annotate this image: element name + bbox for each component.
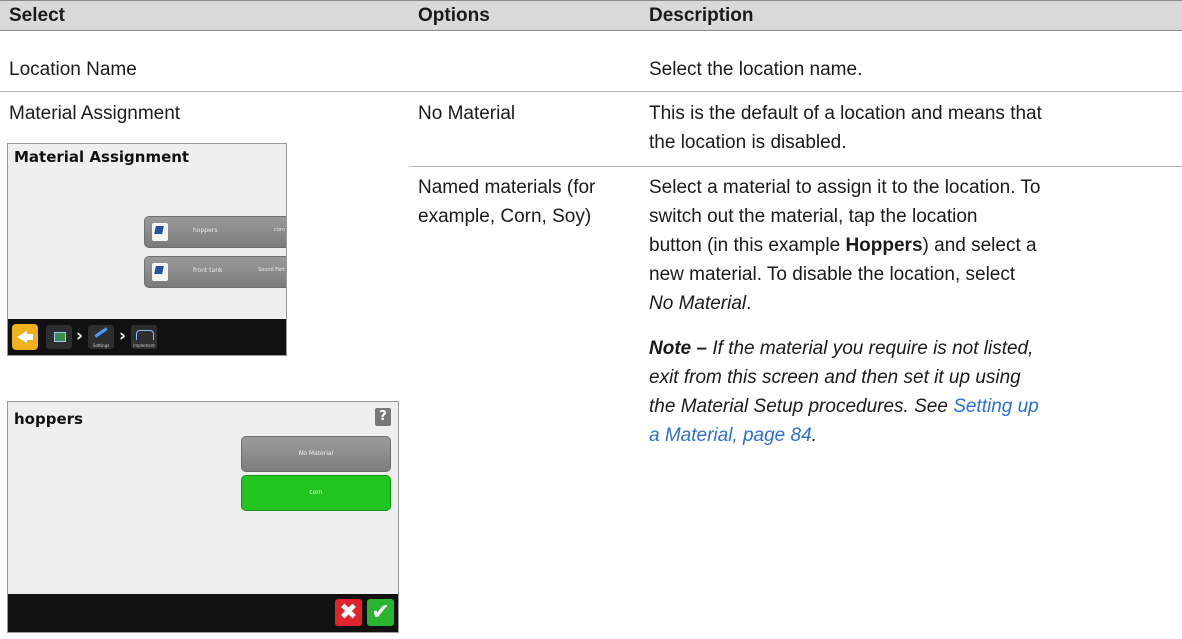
screen-title: hoppers (14, 410, 83, 428)
implement-glyph (136, 330, 154, 340)
note-line4: a Material, page 84. (649, 421, 817, 450)
hoppers-screen: hoppers ? No Material corn ✖ ✔ (7, 401, 399, 633)
desc-no-material-line1: This is the default of a location and me… (649, 103, 1042, 124)
location-button-front-tank[interactable]: front tank Sound Fert (144, 256, 286, 288)
help-icon[interactable]: ? (375, 408, 391, 426)
row-divider (0, 91, 1182, 92)
option-no-material: No Material (418, 103, 516, 124)
location-name: hoppers (193, 227, 218, 234)
option-label: corn (309, 489, 323, 496)
desc-italic-no-material: No Material (649, 293, 747, 314)
screen-glyph (54, 332, 66, 342)
cell-location-name-desc: Select the location name. (649, 59, 863, 80)
note-text: If the material you require is not liste… (707, 338, 1034, 359)
desc-named-line2: switch out the material, tap the locatio… (649, 206, 978, 227)
settings-wrench-icon[interactable]: Settings (88, 325, 114, 349)
desc-text: button (in this example (649, 235, 846, 256)
crumb-label: Implement (133, 343, 155, 348)
chevron-right-icon: › (76, 326, 84, 346)
option-named-line2: example, Corn, Soy) (418, 206, 592, 227)
option-named-line1: Named materials (for (418, 177, 596, 198)
header-description: Description (649, 5, 754, 26)
back-arrow-icon[interactable] (12, 324, 38, 350)
material-assignment-screen: Material Assignment hoppers corn front t… (7, 143, 287, 356)
chevron-right-icon: › (119, 326, 127, 346)
desc-text: . (746, 293, 752, 314)
option-label: No Material (298, 450, 334, 457)
header-options: Options (418, 5, 490, 26)
wrench-glyph (94, 327, 108, 338)
note-line1: Note – If the material you require is no… (649, 334, 1033, 363)
confirm-check-icon[interactable]: ✔ (367, 599, 394, 626)
home-screen-icon[interactable] (46, 325, 72, 349)
screen-title: Material Assignment (14, 148, 190, 166)
cancel-icon[interactable]: ✖ (335, 599, 362, 626)
cell-material-assignment: Material Assignment (9, 103, 181, 124)
desc-named-line3: button (in this example Hoppers) and sel… (649, 231, 1037, 260)
location-material: corn (274, 227, 285, 233)
desc-named-line5: No Material. (649, 289, 751, 318)
bottom-nav-bar: › Settings › Implement (8, 319, 286, 355)
note-text: the Material Setup procedures. See (649, 396, 954, 417)
note-text: . (811, 425, 817, 446)
header-select: Select (9, 5, 65, 26)
note-label: Note – (649, 338, 708, 359)
implement-icon[interactable]: Implement (131, 325, 157, 349)
option-corn-button[interactable]: corn (241, 475, 391, 511)
setting-up-material-link[interactable]: Setting up (953, 396, 1039, 417)
table-header-row: Select Options Description (0, 0, 1182, 31)
location-icon (152, 223, 168, 241)
cell-location-name: Location Name (9, 59, 137, 80)
desc-bold-hoppers: Hoppers (845, 235, 923, 256)
bottom-action-bar: ✖ ✔ (8, 594, 398, 632)
option-no-material-button[interactable]: No Material (241, 436, 391, 472)
subrow-divider (409, 166, 1182, 167)
location-button-hoppers[interactable]: hoppers corn (144, 216, 286, 248)
desc-no-material-line2: the location is disabled. (649, 132, 847, 153)
note-line2: exit from this screen and then set it up… (649, 367, 1021, 388)
location-name: front tank (193, 267, 223, 274)
desc-text: ) and select a (922, 235, 1037, 256)
desc-named-line4: new material. To disable the location, s… (649, 264, 1016, 285)
note-line3: the Material Setup procedures. See Setti… (649, 392, 1039, 421)
location-icon (152, 263, 168, 281)
location-material: Sound Fert (257, 267, 285, 273)
setting-up-material-link-cont[interactable]: a Material, page 84 (649, 425, 812, 446)
crumb-label: Settings (92, 343, 110, 348)
desc-named-line1: Select a material to assign it to the lo… (649, 177, 1041, 198)
